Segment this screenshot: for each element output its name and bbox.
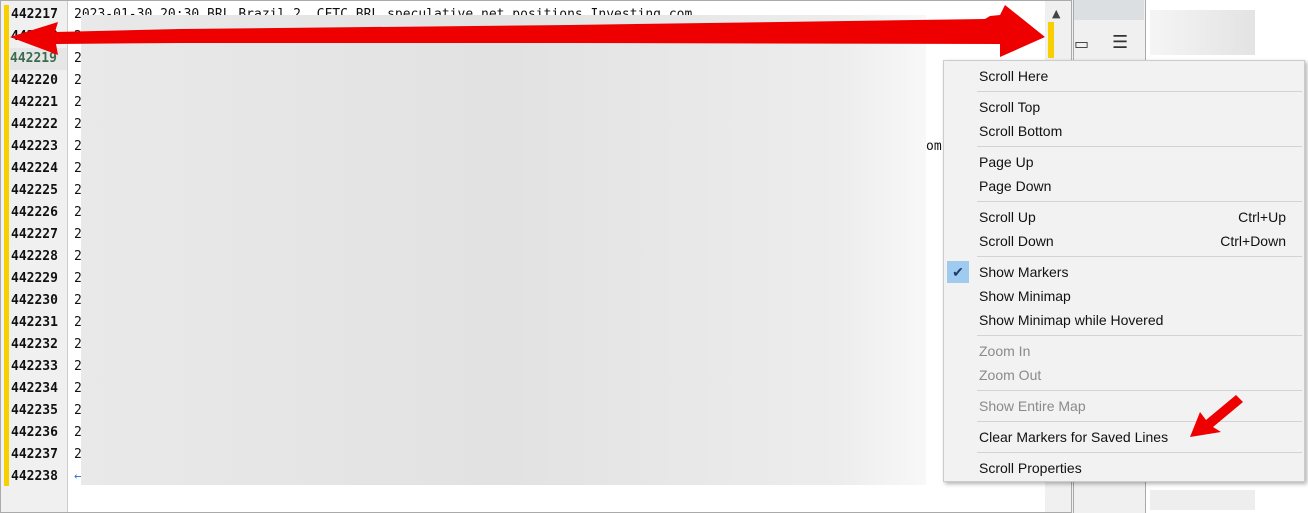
- line-number: 442231: [11, 315, 58, 330]
- menu-item-label: Page Up: [979, 154, 1034, 170]
- line-number: 442218: [11, 29, 58, 44]
- line-number-gutter: 442217 442218 442219 442220 442221 442222 4422…: [1, 1, 68, 512]
- scroll-up-icon[interactable]: ▲: [1052, 7, 1066, 20]
- menu-item-scroll-top[interactable]: Scroll Top: [944, 95, 1304, 119]
- menu-item-label: Clear Markers for Saved Lines: [979, 429, 1169, 445]
- menu-separator: [944, 449, 1304, 456]
- menu-item-label: Zoom In: [979, 343, 1031, 359]
- menu-item-label: Scroll Bottom: [979, 123, 1063, 139]
- line-number: 442233: [11, 359, 58, 374]
- line-number: 442223: [11, 139, 58, 154]
- menu-item-zoom-in: Zoom In: [944, 339, 1304, 363]
- menu-item-label: Scroll Up: [979, 209, 1036, 225]
- shortcut-label: Ctrl+Down: [1220, 233, 1286, 249]
- menu-item-label: Show Minimap while Hovered: [979, 312, 1164, 328]
- line-number: 442222: [11, 117, 58, 132]
- menu-separator: [944, 143, 1304, 150]
- menu-item-scroll-down[interactable]: Scroll Down Ctrl+Down: [944, 229, 1304, 253]
- shortcut-label: Ctrl+Up: [1238, 209, 1286, 225]
- menu-item-page-up[interactable]: Page Up: [944, 150, 1304, 174]
- menu-item-label: Scroll Down: [979, 233, 1054, 249]
- menu-item-label: Zoom Out: [979, 367, 1042, 383]
- menu-item-show-entire-map: Show Entire Map: [944, 394, 1304, 418]
- line-number: 442224: [11, 161, 58, 176]
- menu-item-label: Scroll Properties: [979, 460, 1082, 476]
- line-number: 442227: [11, 227, 58, 242]
- line-number: 442221: [11, 95, 58, 110]
- panel-icon[interactable]: ▭: [1074, 34, 1094, 53]
- menu-item-show-minimap-while-hovered[interactable]: Show Minimap while Hovered: [944, 308, 1304, 332]
- menu-item-scroll-here[interactable]: Scroll Here: [944, 64, 1304, 88]
- menu-item-label: Scroll Here: [979, 68, 1049, 84]
- menu-item-scroll-properties[interactable]: Scroll Properties: [944, 456, 1304, 480]
- line-number: 442237: [11, 447, 58, 462]
- marker-bar: [4, 5, 9, 486]
- line-number: 442219: [10, 48, 67, 70]
- line-number: 442228: [11, 249, 58, 264]
- menu-icon[interactable]: ☰: [1112, 32, 1132, 53]
- scrollbar-context-menu: Scroll Here Scroll Top Scroll Bottom Page U…: [943, 60, 1305, 482]
- line-number: 442235: [11, 403, 58, 418]
- menu-separator: [944, 253, 1304, 260]
- line-number: 442238: [11, 469, 58, 484]
- menu-item-show-markers[interactable]: ✔ Show Markers: [944, 260, 1304, 284]
- menu-separator: [944, 332, 1304, 339]
- line-number: 442226: [11, 205, 58, 220]
- line-number: 442229: [11, 271, 58, 286]
- blurred-content: [1150, 490, 1255, 510]
- line-number: 442220: [11, 73, 58, 88]
- menu-item-label: Page Down: [979, 178, 1052, 194]
- blurred-content: [81, 15, 926, 485]
- line-number: 442234: [11, 381, 58, 396]
- blurred-content: [1150, 10, 1255, 55]
- text-editor[interactable]: 442217 442218 442219 442220 442221 442222 4422…: [0, 0, 1072, 513]
- line-number: 442236: [11, 425, 58, 440]
- menu-item-page-down[interactable]: Page Down: [944, 174, 1304, 198]
- line-number: 442217: [11, 7, 58, 22]
- line-number: 442230: [11, 293, 58, 308]
- menu-item-scroll-bottom[interactable]: Scroll Bottom: [944, 119, 1304, 143]
- menu-item-label: Scroll Top: [979, 99, 1041, 115]
- menu-item-scroll-up[interactable]: Scroll Up Ctrl+Up: [944, 205, 1304, 229]
- menu-item-zoom-out: Zoom Out: [944, 363, 1304, 387]
- line-number: 442225: [11, 183, 58, 198]
- menu-separator: [944, 88, 1304, 95]
- menu-item-label: Show Minimap: [979, 288, 1071, 304]
- menu-separator: [944, 387, 1304, 394]
- line-number: 442232: [11, 337, 58, 352]
- menu-item-show-minimap[interactable]: Show Minimap: [944, 284, 1304, 308]
- menu-item-label: Show Markers: [979, 264, 1069, 280]
- menu-separator: [944, 418, 1304, 425]
- menu-item-label: Show Entire Map: [979, 398, 1086, 414]
- menu-separator: [944, 198, 1304, 205]
- scrollbar-marker: [1048, 22, 1054, 58]
- checkmark-icon: ✔: [947, 261, 969, 283]
- menu-item-clear-markers-for-saved-lines[interactable]: Clear Markers for Saved Lines: [944, 425, 1304, 449]
